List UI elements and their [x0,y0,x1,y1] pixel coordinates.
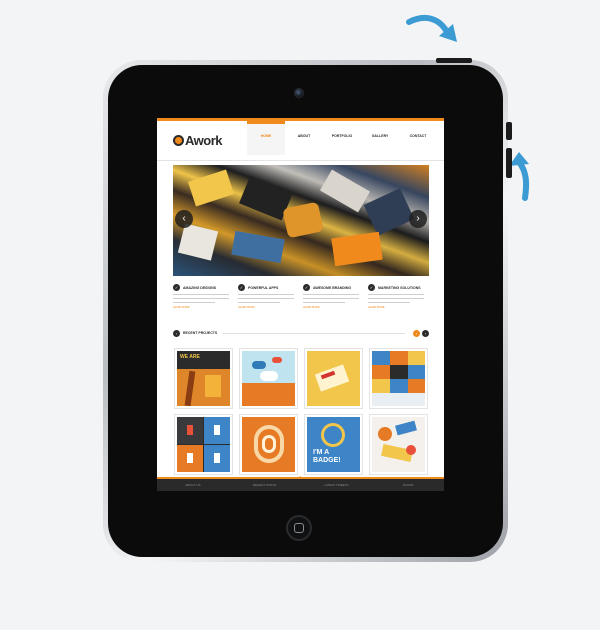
features-row: ✓ AMAZING DESIGNS LEARN MORE ✓ POWERFUL … [173,284,433,309]
site-footer: ABOUT US RECENT POSTS LATEST TWEETS FLIC… [157,479,444,491]
site-header: Awork HOME ABOUT PORTFOLIO GALLERY CONTA… [157,121,444,161]
feature-item: ✓ MARKETING SOLUTIONS LEARN MORE [368,284,433,309]
nav-item-contact[interactable]: CONTACT [399,121,437,155]
project-thumb[interactable] [242,351,295,406]
footer-link[interactable]: FLICKR [372,479,444,491]
check-icon: ✓ [303,284,310,291]
project-thumb[interactable]: I'M A BADGE! [307,417,360,472]
main-nav: HOME ABOUT PORTFOLIO GALLERY CONTACT [247,121,437,155]
project-thumb[interactable] [307,351,360,406]
mute-switch[interactable] [506,122,512,140]
section-title: RECENT PROJECTS [183,331,218,335]
project-label: I'M A BADGE! [313,449,341,464]
check-icon: ✓ [368,284,375,291]
check-icon: ✓ [238,284,245,291]
website-screen: Awork HOME ABOUT PORTFOLIO GALLERY CONTA… [157,118,444,491]
footer-link[interactable]: RECENT POSTS [229,479,301,491]
recent-icon: › [173,329,180,337]
logo-mark-icon [173,135,184,146]
learn-more-link[interactable]: LEARN MORE [368,306,433,309]
project-thumb[interactable] [372,351,425,406]
nav-item-gallery[interactable]: GALLERY [361,121,399,155]
nav-item-about[interactable]: ABOUT [285,121,323,155]
project-thumb[interactable] [177,417,230,472]
feature-item: ✓ AWESOME BRANDING LEARN MORE [303,284,368,309]
slider-prev-button[interactable]: ‹ [175,210,193,228]
project-label: WE ARE [180,354,200,360]
home-button[interactable] [286,515,312,541]
feature-item: ✓ POWERFUL APPS LEARN MORE [238,284,303,309]
footer-link[interactable]: LATEST TWEETS [301,479,373,491]
learn-more-link[interactable]: LEARN MORE [303,306,368,309]
feature-title: AMAZING DESIGNS [183,285,217,290]
feature-item: ✓ AMAZING DESIGNS LEARN MORE [173,284,238,309]
feature-title: POWERFUL APPS [248,285,279,290]
nav-item-home[interactable]: HOME [247,121,285,155]
nav-label: HOME [260,134,272,138]
nav-label: CONTACT [409,134,427,138]
project-thumb[interactable] [372,417,425,472]
hero-slider[interactable]: ‹ › [173,165,429,276]
curved-arrow-icon [406,14,457,42]
feature-title: AWESOME BRANDING [313,285,352,290]
project-thumb[interactable] [242,417,295,472]
feature-title: MARKETING SOLUTIONS [378,285,421,290]
volume-button[interactable] [506,148,512,178]
learn-more-link[interactable]: LEARN MORE [173,306,238,309]
learn-more-link[interactable]: LEARN MORE [238,306,303,309]
nav-label: PORTFOLIO [331,134,353,138]
footer-link[interactable]: ABOUT US [157,479,229,491]
check-icon: ✓ [173,284,180,291]
nav-label: GALLERY [371,134,389,138]
nav-item-portfolio[interactable]: PORTFOLIO [323,121,361,155]
power-button[interactable] [436,58,472,63]
logo-text: Awork [185,133,223,148]
projects-next-button[interactable]: › [422,329,429,337]
camera-icon [294,88,304,98]
nav-label: ABOUT [297,134,311,138]
project-thumb[interactable]: WE ARE [177,351,230,406]
projects-prev-button[interactable]: ‹ [413,329,420,337]
recent-projects-header: › RECENT PROJECTS ‹ › [173,328,429,338]
site-logo[interactable]: Awork [173,133,223,148]
slider-next-button[interactable]: › [409,210,427,228]
